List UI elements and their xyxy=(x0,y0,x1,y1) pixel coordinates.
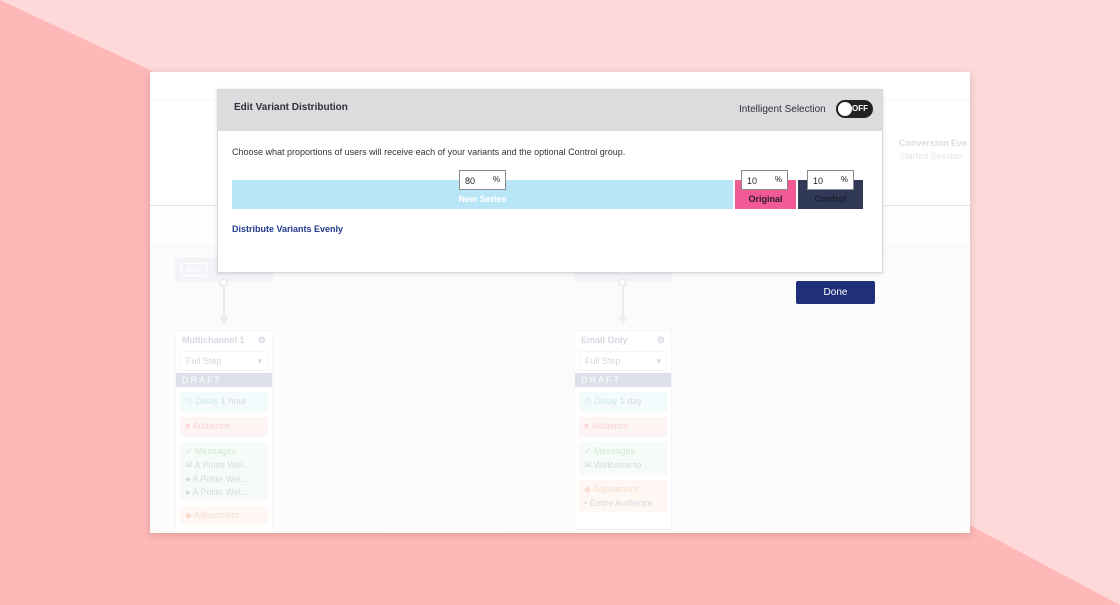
new-series-percent-field[interactable]: % xyxy=(459,170,506,190)
arrow-down-icon xyxy=(618,317,628,324)
chevron-down-icon: ▾ xyxy=(257,356,262,366)
adjustment-icon: ◆ xyxy=(185,510,194,520)
audience-label: Audience xyxy=(192,421,230,431)
status-badge: DRAFT xyxy=(176,373,272,387)
percent-symbol: % xyxy=(492,175,500,184)
step-title: Multichannel 1 xyxy=(182,335,245,345)
adjustment-item: • Entire Audience xyxy=(584,498,653,508)
clock-icon: ◷ xyxy=(584,396,595,406)
message-item-email[interactable]: ✉ A Polite Wel... xyxy=(185,460,263,471)
variant-label: New Series xyxy=(458,194,507,204)
message-item-email[interactable]: ✉ Welcome to ... xyxy=(584,460,662,471)
percent-symbol: % xyxy=(840,175,848,184)
step-type-value: Full Step xyxy=(186,356,222,366)
original-percent-input[interactable] xyxy=(747,174,769,187)
adjustment-item-name: Entire Audience xyxy=(589,498,653,508)
step-card-multichannel[interactable]: Multichannel 1 ⚙ Full Step ▾ DRAFT ◷ Delay… xyxy=(175,330,273,533)
settings-icon[interactable]: ⚙ xyxy=(258,335,266,347)
connector-node-icon xyxy=(618,278,627,287)
adjustment-label: Adjustment xyxy=(193,510,239,520)
check-icon: ✓ xyxy=(185,446,196,456)
edit-variant-distribution-modal: Edit Variant Distribution Intelligent Se… xyxy=(217,89,883,273)
clock-icon: ◷ xyxy=(185,396,196,406)
conversion-event-subtitle: Started Session xyxy=(899,151,963,161)
distribute-evenly-link[interactable]: Distribute Variants Evenly xyxy=(232,224,343,234)
modal-description: Choose what proportions of users will re… xyxy=(232,147,626,157)
messages-label: Messages xyxy=(195,446,237,456)
adjustment-icon: ◆ xyxy=(584,484,593,494)
step-type-select[interactable]: Full Step ▾ xyxy=(579,351,667,371)
modal-title: Edit Variant Distribution xyxy=(234,102,348,113)
delay-chip[interactable]: ◷ Delay 1 hour xyxy=(180,392,268,412)
step-title: Email Only xyxy=(581,335,628,345)
message-name: Welcome to ... xyxy=(594,460,652,470)
intelligent-selection-toggle[interactable]: OFF xyxy=(836,100,873,118)
settings-icon[interactable]: ⚙ xyxy=(657,335,665,347)
audience-label: Audience xyxy=(591,421,629,431)
delay-label: Delay xyxy=(594,396,618,406)
message-name: A Polite Wel... xyxy=(192,487,249,497)
connector-line xyxy=(223,287,225,317)
variant-label: Control xyxy=(814,194,847,204)
delay-label: Delay xyxy=(195,396,219,406)
done-button[interactable]: Done xyxy=(796,281,875,304)
delay-value: 1 hour xyxy=(220,396,247,406)
control-percent-field[interactable]: % xyxy=(807,170,854,190)
connector-node-icon xyxy=(219,278,228,287)
percent-symbol: % xyxy=(774,175,782,184)
messages-chip[interactable]: ✓ Messages ✉ A Polite Wel... ● A Polite … xyxy=(180,442,268,501)
message-name: A Polite Wel... xyxy=(194,460,251,470)
adjustment-chip[interactable]: ◆ Adjustment • Entire Audience xyxy=(579,480,667,512)
original-percent-field[interactable]: % xyxy=(741,170,788,190)
toggle-knob xyxy=(838,102,852,116)
branch-percent-badge: 80% xyxy=(181,263,207,276)
arrow-down-icon xyxy=(219,317,229,324)
conversion-event-title: Conversion Eve xyxy=(899,138,968,148)
status-badge: DRAFT xyxy=(575,373,671,387)
message-item-inapp[interactable]: ● A Polite Wel... xyxy=(185,487,263,497)
variant-label: Original xyxy=(748,194,783,204)
step-type-select[interactable]: Full Step ▾ xyxy=(180,351,268,371)
messages-label: Messages xyxy=(594,446,636,456)
adjustment-chip[interactable]: ◆ Adjustment xyxy=(180,506,268,525)
adjustment-label: Adjustment xyxy=(592,484,638,494)
connector-line xyxy=(622,287,624,317)
audience-chip[interactable]: ♥ Audience xyxy=(579,417,667,437)
message-item-push[interactable]: ● A Polite Wel... xyxy=(185,474,263,484)
message-name: A Polite Wel... xyxy=(192,474,249,484)
delay-value: 1 day xyxy=(619,396,642,406)
control-percent-input[interactable] xyxy=(813,174,835,187)
new-series-percent-input[interactable] xyxy=(465,174,487,187)
chevron-down-icon: ▾ xyxy=(656,356,661,366)
toggle-state-label: OFF xyxy=(852,104,868,113)
audience-chip[interactable]: ♥ Audience xyxy=(180,417,268,437)
modal-header: Edit Variant Distribution Intelligent Se… xyxy=(218,90,882,131)
messages-chip[interactable]: ✓ Messages ✉ Welcome to ... xyxy=(579,442,667,475)
step-card-email-only[interactable]: Email Only ⚙ Full Step ▾ DRAFT ◷ Delay 1 d… xyxy=(574,330,672,530)
intelligent-selection-label: Intelligent Selection xyxy=(739,104,826,115)
delay-chip[interactable]: ◷ Delay 1 day xyxy=(579,392,667,412)
check-icon: ✓ xyxy=(584,446,595,456)
step-type-value: Full Step xyxy=(585,356,621,366)
